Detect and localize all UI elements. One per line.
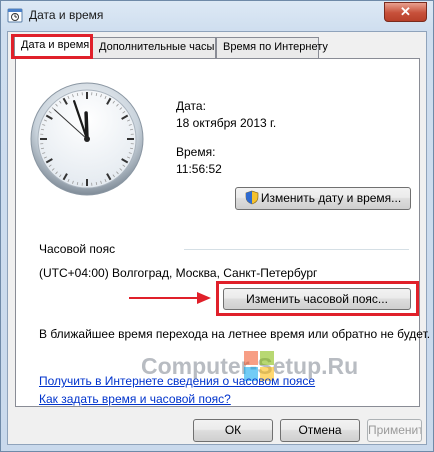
change-datetime-button[interactable]: Изменить дату и время... <box>235 187 411 210</box>
title-bar[interactable]: Дата и время ✕ <box>1 1 433 31</box>
dialog-client-area: Дата и время Дополнительные часы Время п… <box>7 31 430 445</box>
timezone-value: (UTC+04:00) Волгоград, Москва, Санкт-Пет… <box>39 266 318 280</box>
change-datetime-label: Изменить дату и время... <box>260 191 402 205</box>
dst-note: В ближайшее время перехода на летнее вре… <box>39 327 431 341</box>
change-timezone-button[interactable]: Изменить часовой пояс... <box>223 288 411 310</box>
clock-center <box>84 136 90 142</box>
time-value: 11:56:52 <box>176 162 222 176</box>
cancel-button[interactable]: Отмена <box>280 419 360 442</box>
tab-internet-time[interactable]: Время по Интернету <box>216 37 328 58</box>
window-title: Дата и время <box>29 8 104 22</box>
tab-highlight-box <box>11 34 93 59</box>
date-value: 18 октября 2013 г. <box>176 116 277 130</box>
tab-additional-clocks[interactable]: Дополнительные часы <box>92 37 216 58</box>
clock-calendar-icon <box>7 8 23 23</box>
apply-button[interactable]: Применить <box>367 419 422 442</box>
timezone-section-label: Часовой пояс <box>39 242 116 256</box>
timezone-info-link[interactable]: Получить в Интернете сведения о часовом … <box>39 374 315 388</box>
timezone-separator <box>184 249 409 250</box>
date-time-dialog: Дата и время ✕ Дата и время Дополнительн… <box>0 0 434 452</box>
date-label: Дата: <box>176 99 206 113</box>
analog-clock <box>30 82 144 196</box>
time-label: Время: <box>176 145 216 159</box>
close-button[interactable]: ✕ <box>384 2 427 22</box>
uac-shield-icon <box>245 190 259 205</box>
red-arrow-icon <box>129 292 211 304</box>
ok-button[interactable]: ОК <box>193 419 273 442</box>
how-to-set-link[interactable]: Как задать время и часовой пояс? <box>39 392 231 406</box>
tab-panel: Дата: 18 октября 2013 г. Время: 11:56:52… <box>15 58 430 407</box>
